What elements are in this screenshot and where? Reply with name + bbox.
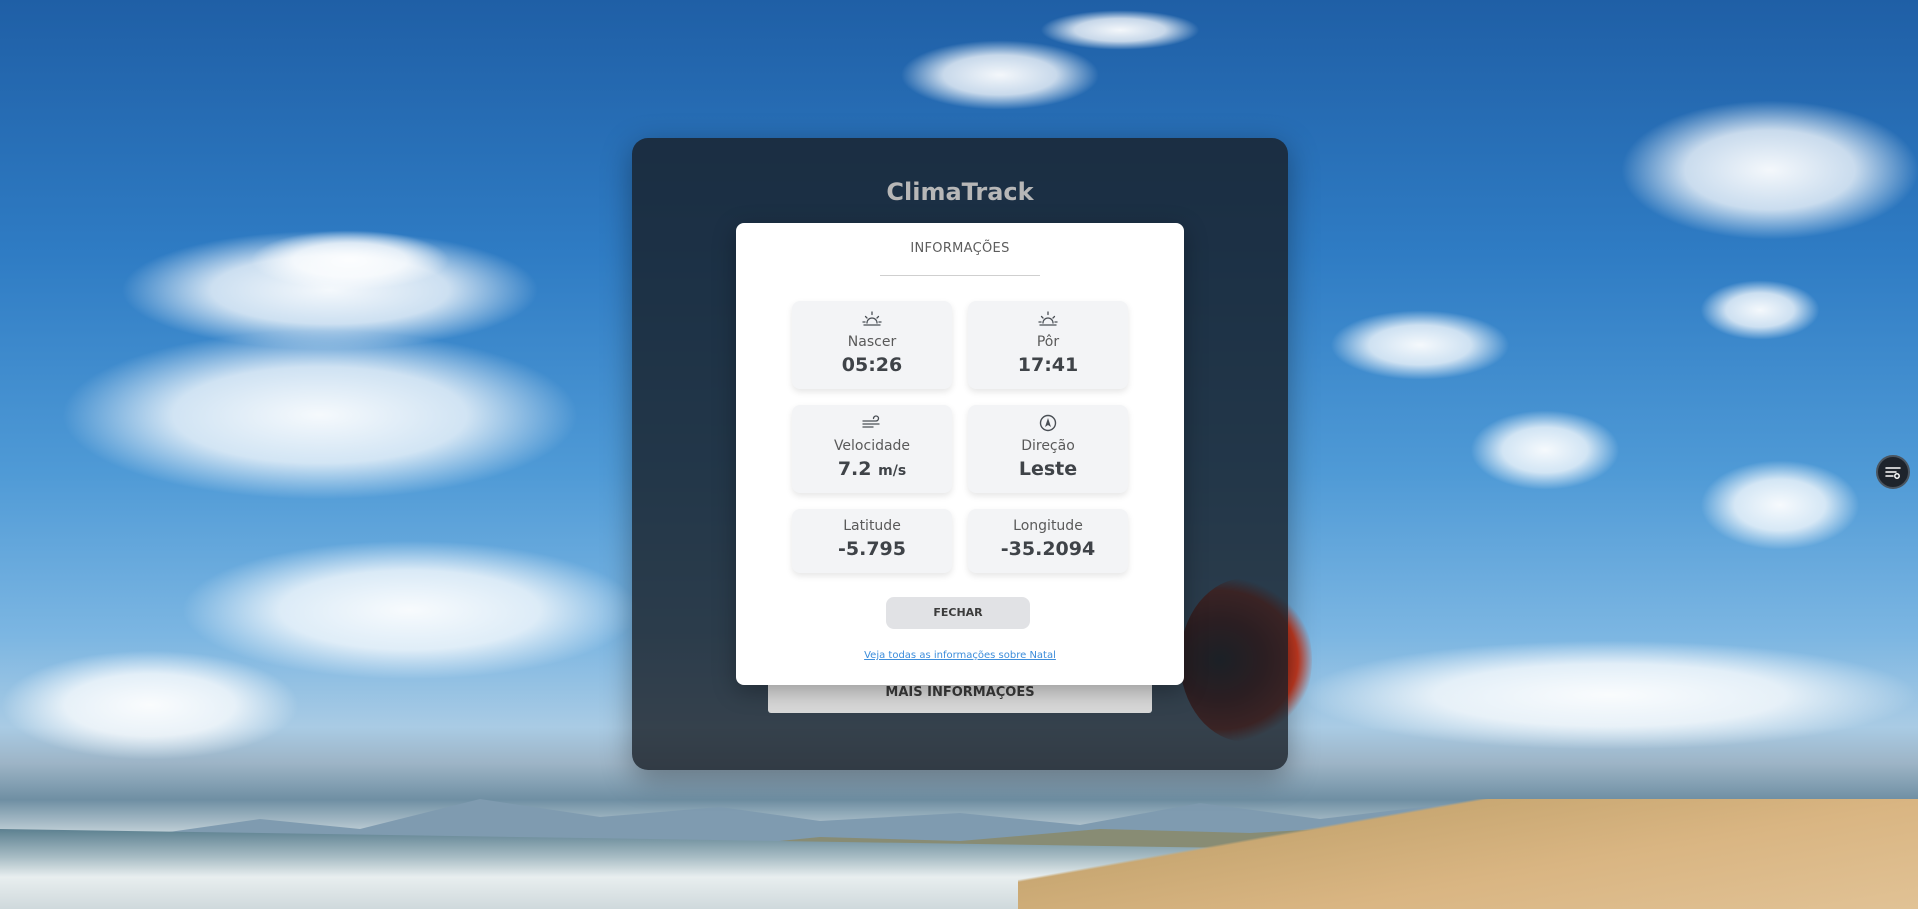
- wind-icon: [792, 414, 952, 432]
- tile-value: -35.2094: [1000, 538, 1096, 560]
- tile-longitude: Longitude -35.2094: [968, 509, 1128, 573]
- tile-label: Latitude: [843, 518, 901, 534]
- tile-label: Velocidade: [833, 438, 911, 454]
- tile-value: 17:41: [1017, 354, 1079, 376]
- sunset-icon: [968, 310, 1128, 328]
- cloud: [180, 540, 640, 680]
- app-title: ClimaTrack: [886, 178, 1034, 206]
- close-button[interactable]: FECHAR: [886, 597, 1030, 629]
- sandy-beach: [1018, 799, 1918, 909]
- info-modal: INFORMAÇÕES Nascer 05:26 Pôr 17:41 Veloc…: [736, 223, 1184, 685]
- wind-speed-unit: m/s: [878, 463, 907, 479]
- tile-sunrise: Nascer 05:26: [792, 301, 952, 389]
- cloud: [1700, 460, 1860, 550]
- tile-label: Direção: [1021, 438, 1075, 454]
- tile-wind-direction: Direção Leste: [968, 405, 1128, 493]
- cloud: [1330, 310, 1510, 380]
- tile-label: Longitude: [1013, 518, 1083, 534]
- cloud: [1700, 280, 1820, 340]
- cloud: [60, 330, 580, 500]
- cloud: [1040, 10, 1200, 50]
- tile-value: 05:26: [841, 354, 903, 376]
- settings-sliders-icon: [1885, 467, 1901, 479]
- tile-value: 7.2 m/s: [792, 458, 952, 480]
- cloud: [1620, 100, 1918, 240]
- compass-icon: [968, 414, 1128, 432]
- tile-sunset: Pôr 17:41: [968, 301, 1128, 389]
- divider: [880, 275, 1040, 276]
- modal-title: INFORMAÇÕES: [910, 241, 1010, 256]
- settings-floating-button[interactable]: [1876, 455, 1910, 489]
- city-info-link[interactable]: Veja todas as informações sobre Natal: [736, 650, 1184, 661]
- tile-label: Nascer: [847, 334, 897, 350]
- tile-wind-speed: Velocidade 7.2 m/s: [792, 405, 952, 493]
- cloud: [900, 40, 1100, 110]
- wind-speed-value: 7.2: [837, 458, 872, 480]
- cloud: [250, 230, 450, 290]
- cloud: [1470, 410, 1620, 490]
- tile-latitude: Latitude -5.795: [792, 509, 952, 573]
- tile-value: Leste: [1018, 458, 1078, 480]
- tile-label: Pôr: [1036, 334, 1060, 350]
- sunrise-icon: [792, 310, 952, 328]
- tile-value: -5.795: [838, 538, 906, 560]
